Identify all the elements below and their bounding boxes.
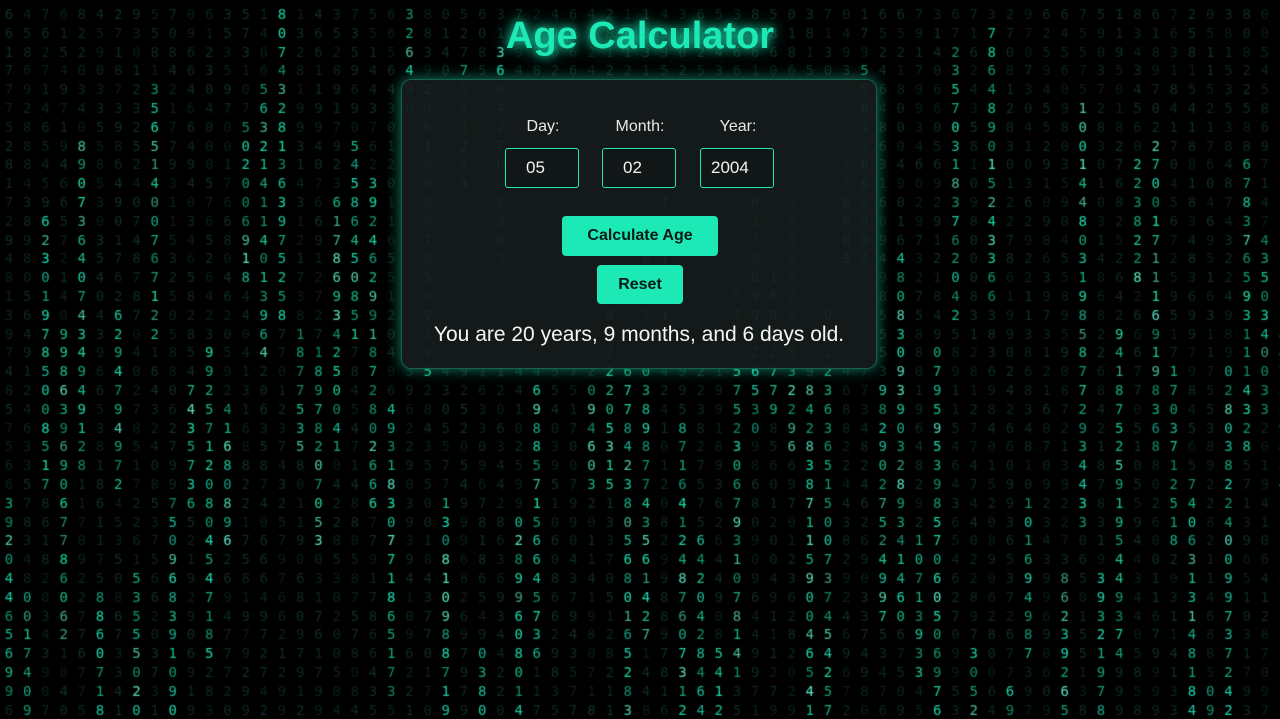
month-label: Month:: [615, 118, 665, 135]
month-field-group: Month: 02: [602, 117, 678, 188]
day-field-group: Day: 05: [505, 117, 581, 188]
calculate-age-button[interactable]: Calculate Age: [562, 216, 718, 256]
age-result-text: You are 20 years, 9 months, and 6 days o…: [433, 323, 845, 346]
reset-button[interactable]: Reset: [597, 265, 683, 304]
year-label: Year:: [719, 118, 757, 135]
page-title: Age Calculator: [505, 15, 775, 57]
day-input[interactable]: 05: [505, 148, 579, 188]
day-label: Day:: [526, 118, 560, 135]
year-field-group: Year: 2004: [700, 117, 776, 188]
year-input[interactable]: 2004: [700, 148, 774, 188]
month-input[interactable]: 02: [602, 148, 676, 188]
calculator-card: Day: 05 Month: 02 Year: 2004 Calculate A…: [401, 79, 877, 369]
